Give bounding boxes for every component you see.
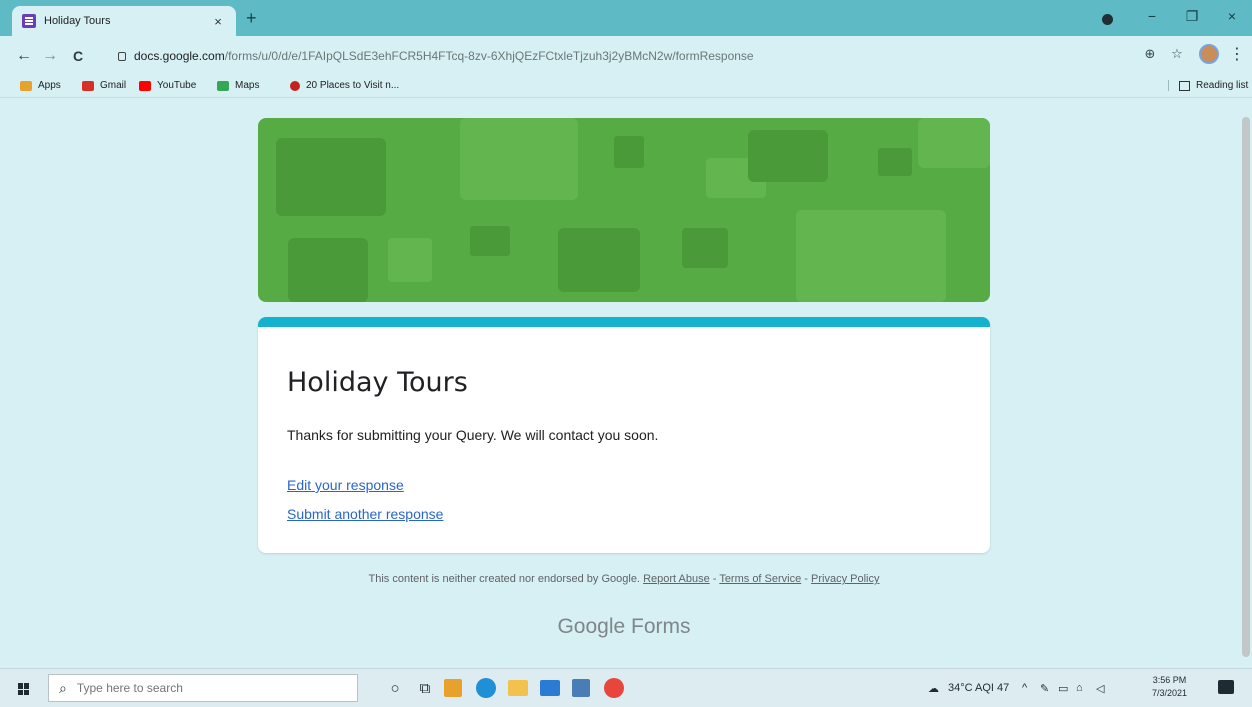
windows-start-icon[interactable] <box>18 683 30 695</box>
windows-taskbar: ⌕ ○ ⧉ ☁ 34°C AQI 47 ^ ✎ ▭ ⌂ ◁ 3:56 PM 7/… <box>0 668 1252 707</box>
disclaimer-text: This content is neither created nor endo… <box>368 573 641 585</box>
google-forms-icon <box>22 14 36 28</box>
chrome-icon[interactable] <box>604 678 624 698</box>
clock-time: 3:56 PM <box>1152 675 1187 685</box>
file-explorer-icon[interactable] <box>508 680 528 696</box>
pen-icon[interactable]: ✎ <box>1040 682 1049 695</box>
report-abuse-link[interactable]: Report Abuse <box>643 573 710 585</box>
terms-link[interactable]: Terms of Service <box>719 573 801 585</box>
url-text[interactable]: docs.google.com/forms/u/0/d/e/1FAIpQLSdE… <box>134 49 754 63</box>
video-camera-graphic <box>470 226 510 256</box>
edge-icon[interactable] <box>476 678 496 698</box>
network-icon[interactable]: ⌂ <box>1076 682 1083 694</box>
minimize-button[interactable]: − <box>1142 8 1162 24</box>
privacy-link[interactable]: Privacy Policy <box>811 573 879 585</box>
submit-another-link[interactable]: Submit another response <box>287 506 443 522</box>
task-view-icon[interactable]: ⧉ <box>414 677 436 699</box>
browser-toolbar: ← → C docs.google.com/forms/u/0/d/e/1FAI… <box>0 36 1252 76</box>
confirmation-card: Holiday Tours Thanks for submitting your… <box>258 317 990 553</box>
browser-menu-icon[interactable]: ⋮ <box>1229 44 1245 64</box>
bookmark-label: 20 Places to Visit n... <box>306 80 400 91</box>
chat-bubble-graphic <box>276 138 386 216</box>
forward-button[interactable]: → <box>40 46 60 66</box>
url-host: docs.google.com <box>134 49 225 63</box>
reload-button[interactable]: C <box>68 46 88 66</box>
mail-icon[interactable] <box>540 680 560 696</box>
clock-date: 7/3/2021 <box>1152 688 1188 698</box>
show-hidden-icons-icon[interactable]: ^ <box>1022 682 1027 694</box>
footer-disclaimer: This content is neither created nor endo… <box>0 573 1248 585</box>
reading-list-label: Reading list <box>1196 80 1249 91</box>
battery-icon[interactable]: ▭ <box>1058 682 1068 695</box>
new-tab-button[interactable]: + <box>246 9 257 27</box>
notification-center-icon[interactable] <box>1218 680 1234 694</box>
reading-list-icon <box>1179 80 1190 91</box>
weather-icon[interactable]: ☁ <box>928 682 939 695</box>
volume-icon[interactable]: ◁ <box>1096 682 1104 695</box>
google-forms-logo[interactable]: Google Forms <box>0 615 1248 639</box>
apps-grid-icon <box>20 80 32 91</box>
bookmark-gmail[interactable]: Gmail <box>82 80 126 91</box>
youtube-icon <box>139 80 151 91</box>
chat-bubble-graphic <box>918 118 990 168</box>
zoom-icon[interactable]: ⊕ <box>1140 46 1160 62</box>
maps-icon <box>217 80 229 91</box>
bookmark-youtube[interactable]: YouTube <box>139 80 196 91</box>
search-icon: ⌕ <box>59 679 67 696</box>
site-icon <box>290 80 300 91</box>
bookmark-label: YouTube <box>157 80 197 91</box>
bookmark-label: Maps <box>235 80 260 91</box>
chat-bubble-graphic <box>288 238 368 302</box>
chat-bubble-graphic <box>460 118 578 200</box>
avatar[interactable] <box>1199 44 1219 64</box>
bookmark-star-icon[interactable]: ☆ <box>1167 46 1187 62</box>
confirmation-message: Thanks for submitting your Query. We wil… <box>287 427 659 443</box>
tab-title: Holiday Tours <box>44 15 111 27</box>
footer-separator: - <box>712 573 717 585</box>
video-camera-graphic <box>614 136 644 168</box>
bookmark-maps[interactable]: Maps <box>217 80 259 91</box>
address-bar[interactable]: docs.google.com/forms/u/0/d/e/1FAIpQLSdE… <box>108 42 1198 70</box>
bookmark-apps[interactable]: Apps <box>20 80 61 91</box>
tab-strip: Holiday Tours × + − ❐ × <box>0 0 1252 36</box>
app-icon[interactable] <box>572 679 590 697</box>
profile-indicator-icon[interactable] <box>1102 14 1113 25</box>
system-clock[interactable]: 3:56 PM 7/3/2021 <box>1152 674 1187 700</box>
chat-bubble-graphic <box>388 238 432 282</box>
video-camera-graphic <box>878 148 912 176</box>
cortana-icon[interactable]: ○ <box>384 677 406 699</box>
bookmark-label: Gmail <box>100 80 127 91</box>
form-header-banner <box>258 118 990 302</box>
form-title: Holiday Tours <box>287 367 468 398</box>
chat-bubble-graphic <box>796 210 946 302</box>
bookmark-places[interactable]: 20 Places to Visit n... <box>290 80 399 91</box>
sublime-text-icon[interactable] <box>444 679 462 697</box>
weather-status[interactable]: 34°C AQI 47 <box>948 682 1009 694</box>
gmail-icon <box>82 80 94 91</box>
video-camera-graphic <box>682 228 728 268</box>
card-accent-bar <box>258 317 990 327</box>
lock-icon[interactable] <box>118 51 126 61</box>
forms-wordmark: Forms <box>631 615 691 638</box>
taskbar-search[interactable]: ⌕ <box>48 674 358 702</box>
tab-close-button[interactable]: × <box>210 14 226 29</box>
search-input[interactable] <box>76 681 327 695</box>
footer-separator: - <box>804 573 808 585</box>
back-button[interactable]: ← <box>14 46 34 66</box>
close-window-button[interactable]: × <box>1222 8 1242 24</box>
bookmarks-bar: Apps Gmail YouTube Maps 20 Places to Vis… <box>0 76 1252 98</box>
restore-button[interactable]: ❐ <box>1182 8 1202 25</box>
tab-holiday-tours[interactable]: Holiday Tours × <box>12 6 236 36</box>
chat-bubble-graphic <box>748 130 828 182</box>
bookmark-label: Apps <box>38 80 61 91</box>
edit-response-link[interactable]: Edit your response <box>287 477 404 493</box>
chat-bubble-graphic <box>558 228 640 292</box>
reading-list-button[interactable]: Reading list <box>1168 80 1248 91</box>
url-path: /forms/u/0/d/e/1FAIpQLSdE3ehFCR5H4FTcq-8… <box>224 49 754 63</box>
google-wordmark: Google <box>557 615 626 638</box>
